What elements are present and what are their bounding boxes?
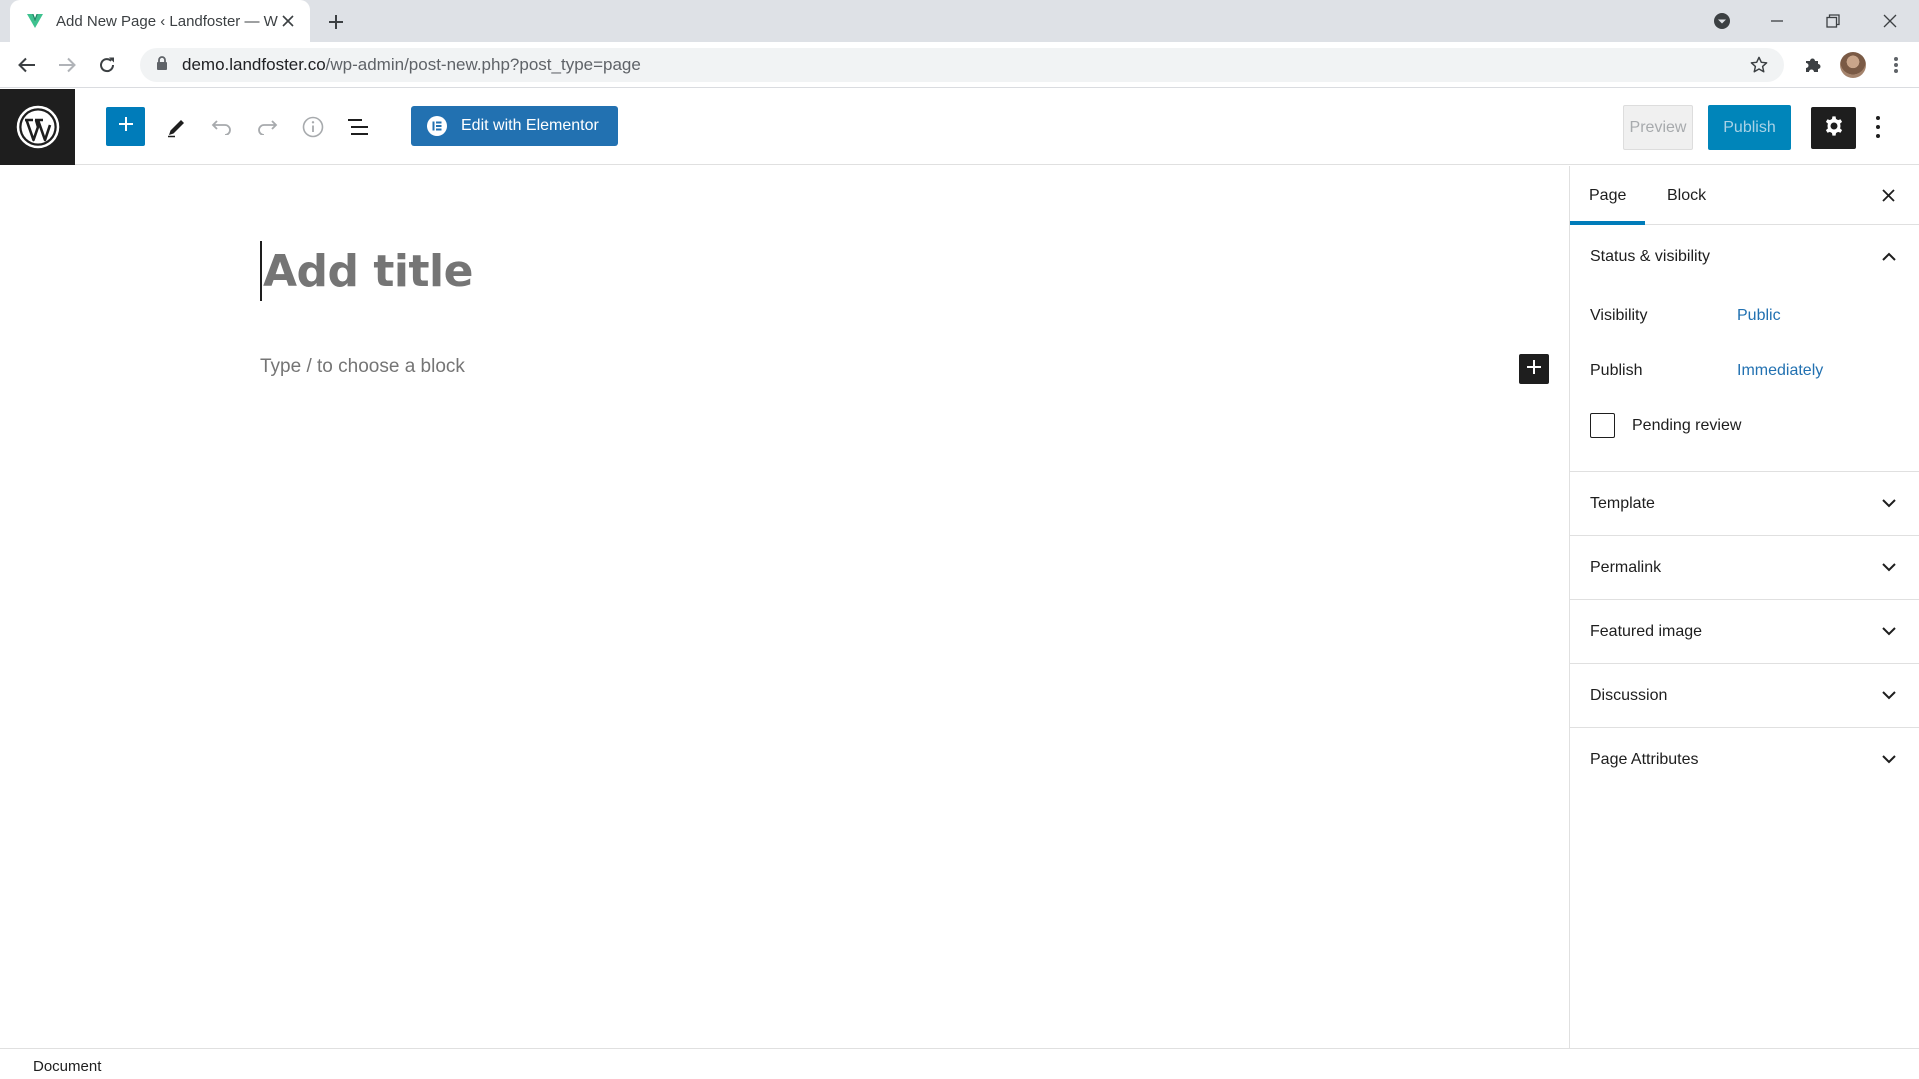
url-path: /wp-admin/post-new.php?post_type=page: [325, 55, 641, 74]
panel-title: Permalink: [1590, 558, 1662, 576]
editor-header: Edit with Elementor Preview Publish: [0, 89, 1919, 165]
edit-with-elementor-button[interactable]: Edit with Elementor: [411, 106, 618, 146]
gear-icon: [1823, 115, 1845, 142]
tab-search-icon[interactable]: [1702, 4, 1742, 38]
chevron-down-icon: [1879, 558, 1899, 578]
post-title-field[interactable]: Add title: [260, 241, 1060, 301]
panel-title: Page Attributes: [1590, 750, 1699, 768]
panel-title: Discussion: [1590, 686, 1668, 704]
preview-button[interactable]: Preview: [1623, 105, 1693, 150]
url-text: demo.landfoster.co/wp-admin/post-new.php…: [182, 55, 641, 75]
plus-icon: [117, 115, 135, 138]
featured-image-panel: Featured image: [1570, 600, 1919, 664]
publish-date-link[interactable]: Immediately: [1737, 362, 1823, 380]
browser-menu-icon[interactable]: [1886, 54, 1906, 76]
featured-image-panel-toggle[interactable]: Featured image: [1570, 600, 1919, 663]
template-panel: Template: [1570, 472, 1919, 536]
settings-sidebar: Page Block Status & visibility Visibilit…: [1569, 166, 1919, 1048]
editor-canvas: Add title Type / to choose a block: [0, 166, 1569, 1048]
profile-avatar[interactable]: [1840, 52, 1866, 78]
page-attributes-panel-toggle[interactable]: Page Attributes: [1570, 728, 1919, 791]
lock-icon: [156, 55, 168, 75]
publish-button[interactable]: Publish: [1708, 105, 1791, 150]
visibility-label: Visibility: [1590, 306, 1648, 324]
tab-block[interactable]: Block: [1648, 166, 1725, 225]
redo-icon[interactable]: [251, 111, 283, 143]
tab-page[interactable]: Page: [1570, 166, 1645, 225]
browser-tab-title: Add New Page ‹ Landfoster — W: [56, 12, 278, 30]
chevron-down-icon: [1879, 494, 1899, 514]
settings-button[interactable]: [1811, 107, 1856, 149]
template-panel-toggle[interactable]: Template: [1570, 472, 1919, 535]
pending-review-checkbox[interactable]: [1590, 413, 1615, 438]
breadcrumb-document[interactable]: Document: [33, 1058, 101, 1075]
undo-icon[interactable]: [206, 111, 238, 143]
chevron-down-icon: [1879, 686, 1899, 706]
edit-pencil-icon[interactable]: [161, 111, 193, 143]
address-bar[interactable]: demo.landfoster.co/wp-admin/post-new.php…: [140, 48, 1784, 82]
add-block-button[interactable]: [1519, 354, 1549, 384]
plus-icon: [1526, 359, 1542, 380]
discussion-panel: Discussion: [1570, 664, 1919, 728]
elementor-button-label: Edit with Elementor: [461, 117, 599, 134]
close-sidebar-icon[interactable]: [1875, 182, 1901, 208]
panel-title: Template: [1590, 494, 1655, 512]
visibility-value-link[interactable]: Public: [1737, 307, 1781, 325]
bookmark-star-icon[interactable]: [1750, 56, 1768, 79]
visibility-row: Visibility Public: [1590, 288, 1899, 343]
elementor-logo-icon: [427, 116, 447, 136]
browser-toolbar: demo.landfoster.co/wp-admin/post-new.php…: [0, 42, 1919, 88]
list-view-icon[interactable]: [342, 111, 374, 143]
panel-title: Featured image: [1590, 622, 1703, 640]
block-breadcrumb-bar: Document: [0, 1048, 1919, 1079]
block-inserter-button[interactable]: [106, 107, 145, 146]
chevron-down-icon: [1879, 750, 1899, 770]
landfoster-favicon-icon: [26, 12, 44, 30]
title-placeholder: Add title: [263, 245, 473, 297]
discussion-panel-toggle[interactable]: Discussion: [1570, 664, 1919, 727]
publish-label: Publish: [1590, 361, 1643, 379]
browser-tab-strip: Add New Page ‹ Landfoster — W: [0, 0, 1919, 42]
url-domain: demo.landfoster.co: [182, 55, 326, 74]
close-window-icon[interactable]: [1870, 4, 1910, 38]
block-appender-placeholder[interactable]: Type / to choose a block: [260, 356, 465, 378]
pending-review-label: Pending review: [1632, 416, 1742, 434]
chevron-up-icon: [1879, 247, 1899, 267]
page-attributes-panel: Page Attributes: [1570, 728, 1919, 791]
publish-row: Publish Immediately: [1590, 343, 1899, 398]
back-arrow-icon[interactable]: [12, 50, 42, 80]
chevron-down-icon: [1879, 622, 1899, 642]
forward-arrow-icon[interactable]: [52, 50, 82, 80]
reload-icon[interactable]: [92, 50, 122, 80]
minimize-window-icon[interactable]: [1757, 4, 1797, 38]
pending-review-row: Pending review: [1590, 398, 1899, 453]
status-visibility-panel: Status & visibility Visibility Public Pu…: [1570, 225, 1919, 472]
status-visibility-toggle[interactable]: Status & visibility: [1570, 225, 1919, 288]
wordpress-logo-icon[interactable]: [0, 89, 75, 165]
panel-title: Status & visibility: [1590, 247, 1711, 265]
close-tab-icon[interactable]: [278, 11, 298, 31]
extensions-puzzle-icon[interactable]: [1803, 55, 1823, 80]
browser-tab[interactable]: Add New Page ‹ Landfoster — W: [10, 0, 310, 42]
more-options-icon[interactable]: [1868, 109, 1888, 145]
restore-window-icon[interactable]: [1813, 4, 1853, 38]
details-info-icon[interactable]: [297, 111, 329, 143]
status-visibility-body: Visibility Public Publish Immediately Pe…: [1570, 288, 1919, 471]
permalink-panel-toggle[interactable]: Permalink: [1570, 536, 1919, 599]
sidebar-tabs: Page Block: [1570, 166, 1919, 225]
permalink-panel: Permalink: [1570, 536, 1919, 600]
new-tab-button[interactable]: [322, 8, 350, 36]
